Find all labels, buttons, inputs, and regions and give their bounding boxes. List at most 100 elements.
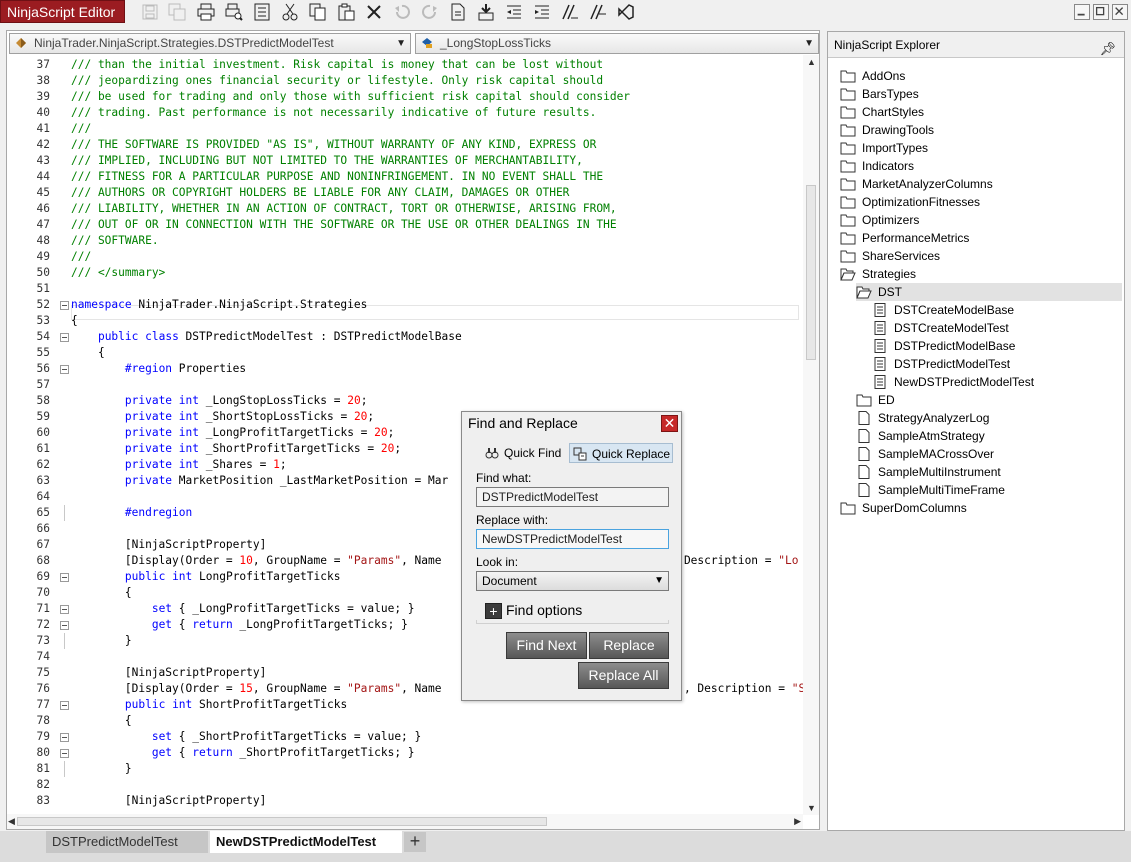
tree-item-optimizationfitnesses[interactable]: OptimizationFitnesses (840, 193, 1122, 211)
code-line[interactable]: 59 private int _ShortStopLossTicks = 20; (7, 409, 803, 425)
code-line[interactable]: 57 (7, 377, 803, 393)
code-line[interactable]: 60 private int _LongProfitTargetTicks = … (7, 425, 803, 441)
copy-icon[interactable] (309, 3, 327, 21)
code-line[interactable]: 77 public int ShortProfitTargetTicks (7, 697, 803, 713)
code-line[interactable]: 40 /// trading. Past performance is not n… (7, 105, 803, 121)
code-line[interactable]: 71 set { _LongProfitTargetTicks = value;… (7, 601, 803, 617)
replace-with-input[interactable]: NewDSTPredictModelTest (476, 529, 669, 549)
code-line[interactable]: 72 get { return _LongProfitTargetTicks; … (7, 617, 803, 633)
tree-item-barstypes[interactable]: BarsTypes (840, 85, 1122, 103)
tab-dstpredictmodeltest[interactable]: DSTPredictModelTest (46, 831, 208, 853)
tree-item-samplemultitimeframe[interactable]: SampleMultiTimeFrame (856, 481, 1122, 499)
vertical-scroll-thumb[interactable] (806, 185, 816, 360)
code-line[interactable]: 39 /// be used for trading and only those… (7, 89, 803, 105)
collapse-region-icon[interactable] (60, 365, 69, 374)
code-line[interactable]: 83 [NinjaScriptProperty] (7, 793, 803, 809)
tree-item-newdstpredictmodeltest[interactable]: NewDSTPredictModelTest (872, 373, 1122, 391)
print-preview-icon[interactable] (225, 3, 243, 21)
find-what-input[interactable]: DSTPredictModelTest (476, 487, 669, 507)
indent-icon[interactable] (533, 3, 551, 21)
scroll-down-arrow-icon[interactable]: ▼ (807, 803, 816, 813)
code-line[interactable]: 46 /// LIABILITY, WHETHER IN AN ACTION OF… (7, 201, 803, 217)
pin-icon[interactable]: 📌︎ (1099, 36, 1116, 62)
collapse-region-icon[interactable] (60, 733, 69, 742)
code-area[interactable]: 37 /// than the initial investment. Risk … (7, 55, 803, 815)
tree-item-indicators[interactable]: Indicators (840, 157, 1122, 175)
minimize-button[interactable] (1074, 4, 1090, 20)
compile-icon[interactable] (449, 3, 467, 21)
visual-studio-icon[interactable] (617, 3, 635, 21)
tab-newdstpredictmodeltest[interactable]: NewDSTPredictModelTest (210, 831, 402, 853)
uncomment-icon[interactable] (589, 3, 607, 21)
expand-plus-icon[interactable]: + (485, 603, 502, 619)
code-line[interactable]: 70 { (7, 585, 803, 601)
tree-item-ed[interactable]: ED (856, 391, 1122, 409)
collapse-region-icon[interactable] (60, 701, 69, 710)
tab-quick-replace[interactable]: Quick Replace (569, 443, 673, 463)
code-line[interactable]: 44 /// FITNESS FOR A PARTICULAR PURPOSE A… (7, 169, 803, 185)
paste-icon[interactable] (337, 3, 355, 21)
cut-icon[interactable] (281, 3, 299, 21)
find-options-expander[interactable]: + Find options (476, 601, 669, 625)
collapse-region-icon[interactable] (60, 621, 69, 630)
code-line[interactable]: 50 /// </summary> (7, 265, 803, 281)
tree-item-marketanalyzercolumns[interactable]: MarketAnalyzerColumns (840, 175, 1122, 193)
tree-item-dstcreatemodelbase[interactable]: DSTCreateModelBase (872, 301, 1122, 319)
code-line[interactable]: 66 (7, 521, 803, 537)
maximize-button[interactable] (1093, 4, 1109, 20)
tree-item-dstpredictmodeltest[interactable]: DSTPredictModelTest (872, 355, 1122, 373)
tree-item-performancemetrics[interactable]: PerformanceMetrics (840, 229, 1122, 247)
comment-icon[interactable] (561, 3, 579, 21)
code-line[interactable]: 51 (7, 281, 803, 297)
tree-item-drawingtools[interactable]: DrawingTools (840, 121, 1122, 139)
scroll-up-arrow-icon[interactable]: ▲ (807, 57, 816, 67)
tree-item-dstcreatemodeltest[interactable]: DSTCreateModelTest (872, 319, 1122, 337)
code-line[interactable]: 81 } (7, 761, 803, 777)
tree-item-dst[interactable]: DST (856, 283, 1122, 301)
tree-item-samplemacrossover[interactable]: SampleMACrossOver (856, 445, 1122, 463)
code-line[interactable]: 73 } (7, 633, 803, 649)
tree-item-addons[interactable]: AddOns (840, 67, 1122, 85)
code-line[interactable]: 82 (7, 777, 803, 793)
horizontal-scrollbar[interactable]: ◀ ▶ (7, 814, 803, 829)
code-line[interactable]: 75 [NinjaScriptProperty] (7, 665, 803, 681)
tab-quick-find[interactable]: Quick Find (482, 443, 564, 463)
code-line[interactable]: 42 /// THE SOFTWARE IS PROVIDED "AS IS", … (7, 137, 803, 153)
collapse-region-icon[interactable] (60, 749, 69, 758)
code-line[interactable]: 63 private MarketPosition _LastMarketPos… (7, 473, 803, 489)
code-line[interactable]: 55 { (7, 345, 803, 361)
code-line[interactable]: 78 { (7, 713, 803, 729)
code-line[interactable]: 54 public class DSTPredictModelTest : DS… (7, 329, 803, 345)
code-line[interactable]: 80 get { return _ShortProfitTargetTicks;… (7, 745, 803, 761)
code-line[interactable]: 79 set { _ShortProfitTargetTicks = value… (7, 729, 803, 745)
collapse-region-icon[interactable] (60, 333, 69, 342)
horizontal-scroll-thumb[interactable] (17, 817, 547, 826)
member-selector-dropdown[interactable]: _LongStopLossTicks ▼ (415, 33, 819, 54)
tree-item-dstpredictmodelbase[interactable]: DSTPredictModelBase (872, 337, 1122, 355)
code-line[interactable]: 61 private int _ShortProfitTargetTicks =… (7, 441, 803, 457)
dialog-close-button[interactable]: ✕ (661, 415, 678, 432)
code-line[interactable]: 48 /// SOFTWARE. (7, 233, 803, 249)
tree-item-samplemultiinstrument[interactable]: SampleMultiInstrument (856, 463, 1122, 481)
scroll-left-arrow-icon[interactable]: ◀ (8, 816, 15, 827)
collapse-region-icon[interactable] (60, 605, 69, 614)
code-line[interactable]: 74 (7, 649, 803, 665)
look-in-select[interactable]: Document ▼ (476, 571, 669, 591)
code-line[interactable]: 47 /// OUT OF OR IN CONNECTION WITH THE S… (7, 217, 803, 233)
delete-icon[interactable] (365, 3, 383, 21)
code-line[interactable]: 69 public int LongProfitTargetTicks (7, 569, 803, 585)
code-line[interactable]: 64 (7, 489, 803, 505)
add-tab-button[interactable]: + (404, 832, 426, 852)
code-line[interactable]: 68 [Display(Order = 10, GroupName = "Par… (7, 553, 803, 569)
tree-item-sampleatmstrategy[interactable]: SampleAtmStrategy (856, 427, 1122, 445)
print-icon[interactable] (197, 3, 215, 21)
undo-icon[interactable] (393, 3, 411, 21)
insert-snippet-icon[interactable] (477, 3, 495, 21)
save-all-icon[interactable] (168, 3, 186, 21)
code-line[interactable]: 65 #endregion (7, 505, 803, 521)
code-line[interactable]: 37 /// than the initial investment. Risk … (7, 57, 803, 73)
tree-item-strategies[interactable]: Strategies (840, 265, 1122, 283)
save-icon[interactable] (141, 3, 159, 21)
find-next-button[interactable]: Find Next (506, 632, 587, 659)
code-line[interactable]: 49 /// (7, 249, 803, 265)
